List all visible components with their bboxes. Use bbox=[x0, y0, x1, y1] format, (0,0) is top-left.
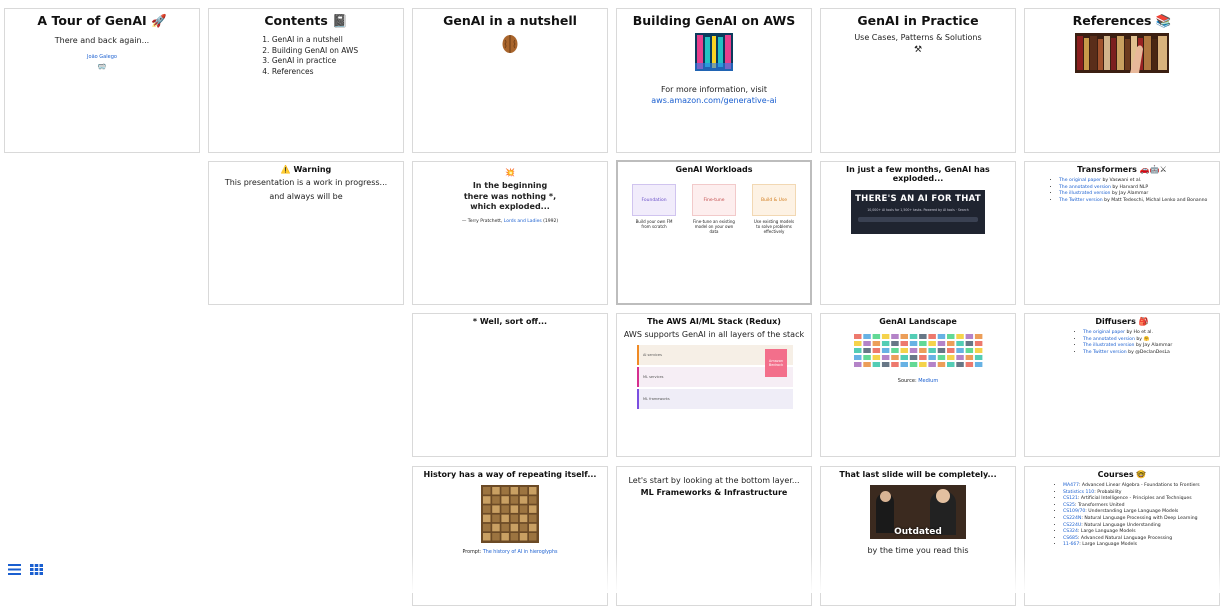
list-item: MA477: Advanced Linear Algebra - Foundat… bbox=[1063, 483, 1219, 490]
slide-title: Transformers 🚗🤖⚔ bbox=[1077, 165, 1167, 174]
quote-line: which exploded... bbox=[470, 202, 550, 211]
slide-references[interactable]: References 📚 bbox=[1024, 8, 1220, 153]
bedrock-badge: Amazon Bedrock bbox=[765, 349, 787, 377]
stack-diagram: AI services ML services ML frameworks Am… bbox=[637, 345, 793, 409]
explosion-icon: 💥 bbox=[505, 168, 515, 177]
course-list: MA477: Advanced Linear Algebra - Foundat… bbox=[1025, 483, 1219, 549]
intro-line: Let's start by looking at the bottom lay… bbox=[628, 476, 800, 485]
bookshelf-image bbox=[1075, 33, 1169, 73]
slide-warning[interactable]: ⚠️ Warning This presentation is a work i… bbox=[208, 161, 404, 305]
slide-title: ML Frameworks & Infrastructure bbox=[640, 488, 788, 497]
source-line: Source: Medium bbox=[897, 378, 939, 384]
slide-beginning[interactable]: 💥 In the beginning there was nothing *, … bbox=[412, 161, 608, 305]
warning-line: This presentation is a work in progress.… bbox=[224, 178, 388, 187]
quote-line: there was nothing *, bbox=[463, 191, 557, 201]
slide-months[interactable]: In just a few months, GenAI has exploded… bbox=[820, 161, 1016, 305]
outdated-meme: Outdated bbox=[870, 485, 966, 539]
toc-item: Building GenAI on AWS bbox=[272, 46, 358, 57]
slide-title: Courses 🤓 bbox=[1097, 470, 1147, 479]
list-item: 11-667: Large Language Models bbox=[1063, 542, 1219, 549]
landscape-image bbox=[852, 332, 984, 370]
bottom-fade bbox=[0, 553, 1227, 593]
reference-list: The original paper by Ho et al. The anno… bbox=[1025, 330, 1219, 356]
slide-nutshell[interactable]: GenAI in a nutshell bbox=[412, 8, 608, 153]
list-view-button[interactable] bbox=[8, 560, 21, 579]
author-link[interactable]: João Galego bbox=[5, 54, 199, 60]
slide-title: History has a way of repeating itself... bbox=[423, 470, 597, 479]
toc-item: GenAI in practice bbox=[272, 56, 358, 67]
toc-item: GenAI in a nutshell bbox=[272, 35, 358, 46]
slide-subtitle: Use Cases, Patterns & Solutions bbox=[854, 33, 982, 42]
slide-workloads[interactable]: GenAI Workloads Foundation Build your ow… bbox=[616, 160, 812, 305]
list-item: CS324: Large Language Models bbox=[1063, 529, 1219, 536]
slide-title: The AWS AI/ML Stack (Redux) bbox=[647, 317, 781, 326]
slide-title: A Tour of GenAI 🚀 bbox=[37, 13, 167, 28]
toc-list: GenAI in a nutshell Building GenAI on AW… bbox=[254, 35, 358, 77]
warning-line: and always will be bbox=[269, 192, 343, 201]
list-view-icon bbox=[8, 564, 21, 575]
list-item: CS224N: Natural Language Processing with… bbox=[1063, 516, 1219, 523]
slide-building[interactable]: Building GenAI on AWS For more informati… bbox=[616, 8, 812, 153]
walnut-icon bbox=[502, 35, 518, 53]
goggles-icon: 🥽 bbox=[97, 63, 107, 71]
quote-attribution: — Terry Pratchett, Lords and Ladies (199… bbox=[461, 218, 559, 224]
grid-view-icon bbox=[30, 564, 43, 575]
reference-list: The original paper by Vaswani et al. The… bbox=[1025, 178, 1219, 204]
slide-practice[interactable]: GenAI in Practice Use Cases, Patterns & … bbox=[820, 8, 1016, 153]
workload-card: Foundation Build your own FM from scratc… bbox=[632, 184, 676, 234]
list-item: The Twitter version by @DeclanDesLa bbox=[1083, 350, 1219, 357]
slide-title: Contents 📓 bbox=[264, 13, 348, 28]
slide-title: That last slide will be completely... bbox=[839, 470, 997, 479]
more-info-text: For more information, visit bbox=[660, 85, 768, 94]
slide-transformers[interactable]: Transformers 🚗🤖⚔ The original paper by V… bbox=[1024, 161, 1220, 305]
slide-title: GenAI in a nutshell bbox=[443, 13, 577, 28]
workload-card: Build & Use Use existing models to solve… bbox=[752, 184, 796, 234]
slide-landscape[interactable]: GenAI Landscape Source: Medium bbox=[820, 313, 1016, 457]
medium-link[interactable]: Medium bbox=[918, 378, 938, 384]
aiforthat-banner: THERE'S AN AI FOR THAT 10,000+ AI tools … bbox=[851, 190, 985, 234]
list-item: The Twitter version by Matt Tedeschi, Mi… bbox=[1059, 198, 1219, 205]
slide-title: In just a few months, GenAI has exploded… bbox=[846, 165, 990, 183]
slide-title: GenAI Workloads bbox=[675, 165, 753, 174]
list-item: CS109/70: Understanding Large Language M… bbox=[1063, 509, 1219, 516]
slide-subtitle: There and back again... bbox=[54, 36, 150, 45]
grid-view-button[interactable] bbox=[30, 560, 43, 579]
slide-contents[interactable]: Contents 📓 GenAI in a nutshell Building … bbox=[208, 8, 404, 153]
datacenter-image bbox=[695, 33, 733, 71]
slide-diffusers[interactable]: Diffusers 🎒 The original paper by Ho et … bbox=[1024, 313, 1220, 457]
hammer-pick-icon: ⚒ bbox=[913, 45, 923, 55]
slide-tour[interactable]: A Tour of GenAI 🚀 There and back again..… bbox=[4, 8, 200, 153]
slide-title: References 📚 bbox=[1072, 13, 1172, 28]
slide-title: Building GenAI on AWS bbox=[632, 13, 796, 28]
slide-title: GenAI in Practice bbox=[857, 13, 979, 28]
list-item: CS121: Artificial Intelligence - Princip… bbox=[1063, 496, 1219, 503]
slide-subtitle: AWS supports GenAI in all layers of the … bbox=[623, 330, 805, 339]
hieroglyph-image bbox=[481, 485, 539, 543]
book-link[interactable]: Lords and Ladies bbox=[504, 219, 542, 224]
slide-title: ⚠️ Warning bbox=[280, 165, 332, 174]
slide-sortoff[interactable]: * Well, sort off... bbox=[412, 313, 608, 457]
toc-item: References bbox=[272, 67, 358, 78]
quote-line: In the beginning bbox=[472, 181, 548, 190]
workload-card: Fine-tune Fine-tune an existing model on… bbox=[692, 184, 736, 234]
slide-title: GenAI Landscape bbox=[879, 317, 957, 326]
slide-title: * Well, sort off... bbox=[472, 317, 548, 326]
slide-title: Diffusers 🎒 bbox=[1095, 317, 1149, 326]
aws-genai-link[interactable]: aws.amazon.com/generative-ai bbox=[617, 95, 811, 106]
slide-stack[interactable]: The AWS AI/ML Stack (Redux) AWS supports… bbox=[616, 313, 812, 457]
